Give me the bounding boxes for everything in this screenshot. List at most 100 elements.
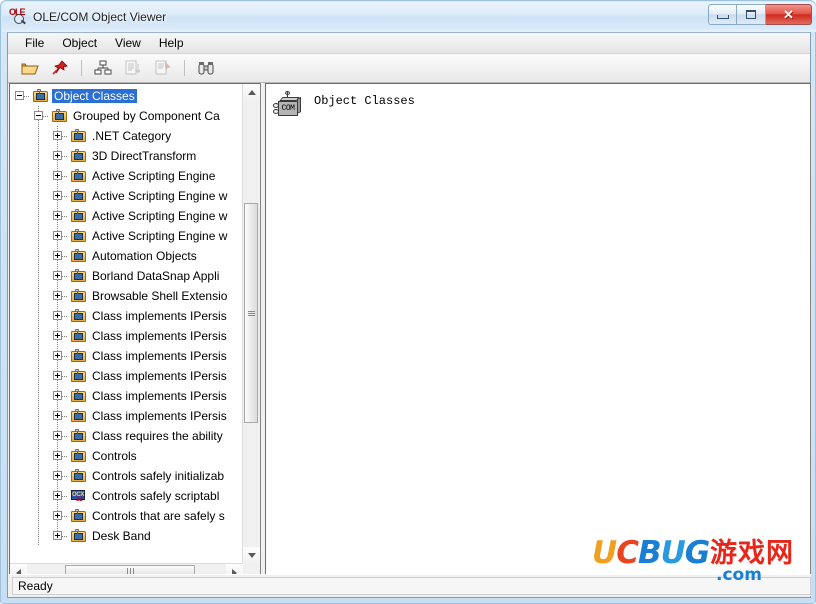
tree-expander[interactable] xyxy=(53,351,62,360)
tree-expander[interactable] xyxy=(53,391,62,400)
tree-item[interactable]: Desk Band xyxy=(10,526,243,546)
folder-com-icon xyxy=(71,508,87,524)
tree-item[interactable]: OCX 32 Controls safely scriptabl xyxy=(10,486,243,506)
tree-item[interactable]: Controls that are safely s xyxy=(10,506,243,526)
tree-item[interactable]: .NET Category xyxy=(10,126,243,146)
tree-item-label: Controls xyxy=(92,449,137,463)
folder-com-icon xyxy=(71,308,87,324)
tree-item-label: Class requires the ability xyxy=(92,429,223,443)
tree-expander[interactable] xyxy=(53,311,62,320)
ocx32-icon: OCX 32 xyxy=(71,490,85,503)
tree-item[interactable]: Automation Objects xyxy=(10,246,243,266)
scroll-up-button[interactable] xyxy=(243,84,260,101)
scroll-down-button[interactable] xyxy=(243,547,260,564)
tree-expander[interactable] xyxy=(53,431,62,440)
tree-item-label: Class implements IPersis xyxy=(92,329,227,343)
title-bar[interactable]: OLE OLE/COM Object Viewer ✕ xyxy=(2,2,816,32)
menu-file[interactable]: File xyxy=(16,34,53,53)
folder-com-icon xyxy=(71,168,87,184)
tree-item[interactable]: Class implements IPersis xyxy=(10,366,243,386)
tree-item[interactable]: Class implements IPersis xyxy=(10,346,243,366)
tree-expander[interactable] xyxy=(34,111,43,120)
tree-item[interactable]: Class implements IPersis xyxy=(10,326,243,346)
tree-item[interactable]: Class implements IPersis xyxy=(10,306,243,326)
open-folder-button[interactable] xyxy=(18,57,42,79)
application-window: OLE OLE/COM Object Viewer ✕ File Object … xyxy=(0,0,816,604)
folder-com-icon xyxy=(71,228,87,244)
tree-expander[interactable] xyxy=(53,171,62,180)
tree-expander[interactable] xyxy=(53,131,62,140)
object-classes-tree[interactable]: Object Classes Grouped by Component Ca .NE… xyxy=(10,84,243,563)
minimize-button[interactable] xyxy=(708,4,737,25)
tree-expander[interactable] xyxy=(53,511,62,520)
red-pushpin-icon xyxy=(52,60,68,75)
tree-item[interactable]: Class implements IPersis xyxy=(10,406,243,426)
folder-com-icon xyxy=(71,468,87,484)
status-bar: Ready xyxy=(9,574,811,596)
tree-item[interactable]: Active Scripting Engine xyxy=(10,166,243,186)
tree-item-label: Class implements IPersis xyxy=(92,309,227,323)
folder-com-icon xyxy=(71,268,87,284)
list-sort-icon xyxy=(125,60,141,75)
tree-expander[interactable] xyxy=(53,451,62,460)
tree-vertical-scrollbar[interactable] xyxy=(242,84,260,564)
tree-expander[interactable] xyxy=(53,211,62,220)
menu-help[interactable]: Help xyxy=(150,34,193,53)
folder-com-icon xyxy=(52,108,68,124)
client-area: File Object View Help Object Classes Gro… xyxy=(7,32,811,598)
toolbar-separator xyxy=(81,60,82,76)
vertical-scroll-thumb[interactable] xyxy=(244,203,258,423)
tree-item[interactable]: Object Classes xyxy=(10,86,243,106)
tree-expander[interactable] xyxy=(53,251,62,260)
tree-item[interactable]: Class implements IPersis xyxy=(10,386,243,406)
tree-item[interactable]: Controls xyxy=(10,446,243,466)
maximize-button[interactable] xyxy=(737,4,766,25)
tree-expander[interactable] xyxy=(53,271,62,280)
tree-item[interactable]: Controls safely initializab xyxy=(10,466,243,486)
pushpin-button[interactable] xyxy=(48,57,72,79)
tree-expander[interactable] xyxy=(53,331,62,340)
tree-item-label: Desk Band xyxy=(92,529,151,543)
menu-bar: File Object View Help xyxy=(8,33,810,54)
tree-expander[interactable] xyxy=(53,191,62,200)
tree-expander[interactable] xyxy=(53,411,62,420)
folder-com-icon xyxy=(71,368,87,384)
arrow-up-icon xyxy=(247,90,256,95)
menu-object[interactable]: Object xyxy=(53,34,106,53)
binoculars-icon xyxy=(198,62,214,75)
detail-item[interactable]: COM Object Classes xyxy=(272,91,415,118)
tree-item-label: Class implements IPersis xyxy=(92,369,227,383)
tree-item-label: Class implements IPersis xyxy=(92,409,227,423)
tree-item-label: Automation Objects xyxy=(92,249,197,263)
tree-item[interactable]: Class requires the ability xyxy=(10,426,243,446)
tree-expander[interactable] xyxy=(53,231,62,240)
tree-item[interactable]: Active Scripting Engine w xyxy=(10,186,243,206)
minimize-icon xyxy=(716,15,729,19)
tree-expander[interactable] xyxy=(53,531,62,540)
tree-item[interactable]: 3D DirectTransform xyxy=(10,146,243,166)
tree-expander[interactable] xyxy=(53,151,62,160)
find-button[interactable] xyxy=(194,57,218,79)
tree-item-label: Active Scripting Engine xyxy=(92,169,216,183)
tree-item[interactable]: Browsable Shell Extensio xyxy=(10,286,243,306)
tree-item[interactable]: Grouped by Component Ca xyxy=(10,106,243,126)
tree-expander[interactable] xyxy=(53,471,62,480)
tree-item[interactable]: Active Scripting Engine w xyxy=(10,206,243,226)
tree-expander[interactable] xyxy=(53,291,62,300)
hierarchy-button[interactable] xyxy=(91,57,115,79)
folder-com-icon xyxy=(71,388,87,404)
com-icon-caption: COM xyxy=(278,101,298,116)
tree-item-label: Object Classes xyxy=(52,89,137,103)
tree-item[interactable]: Borland DataSnap Appli xyxy=(10,266,243,286)
menu-view[interactable]: View xyxy=(106,34,150,53)
tree-expander[interactable] xyxy=(53,491,62,500)
tree-expander[interactable] xyxy=(53,371,62,380)
window-title: OLE/COM Object Viewer xyxy=(33,10,167,24)
tree-item-label: Controls safely initializab xyxy=(92,469,225,483)
tree-item[interactable]: Active Scripting Engine w xyxy=(10,226,243,246)
close-button[interactable]: ✕ xyxy=(766,4,812,25)
tree-expander[interactable] xyxy=(15,91,24,100)
tree-item-label: Grouped by Component Ca xyxy=(73,109,220,123)
tree-item-label: .NET Category xyxy=(92,129,172,143)
tree-item-label: Controls safely scriptabl xyxy=(92,489,220,503)
